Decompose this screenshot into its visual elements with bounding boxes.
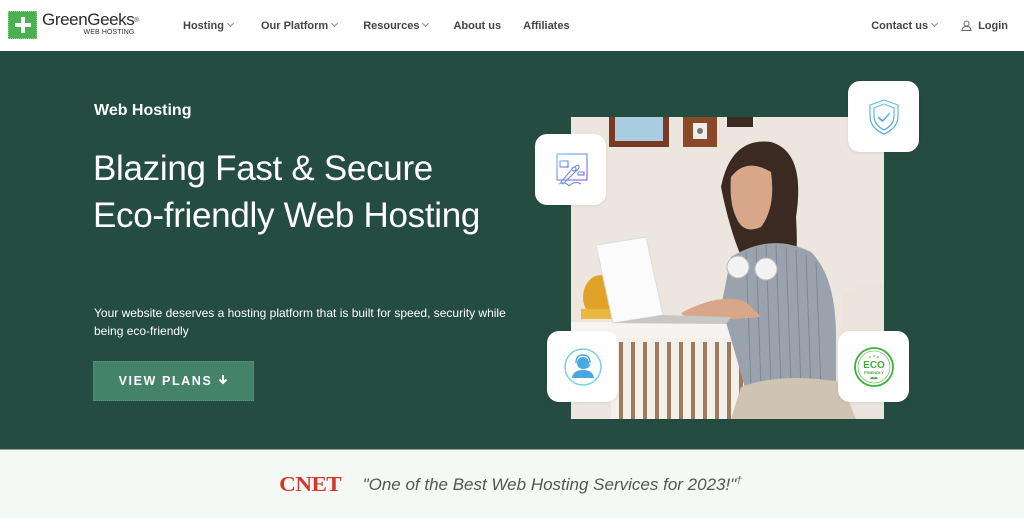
eco-badge-subtext: FRIENDLY xyxy=(864,370,884,375)
nav-label: About us xyxy=(453,19,502,32)
hero-subtitle: Your website deserves a hosting platform… xyxy=(94,306,506,338)
cnet-logo: CNET xyxy=(279,472,342,496)
main-nav: Hosting Our Platform Resources About us … xyxy=(183,0,570,51)
arrow-down-icon xyxy=(218,374,228,388)
nav-label: Our Platform xyxy=(260,19,329,32)
nav-label: Resources xyxy=(363,19,420,32)
eco-friendly-badge-icon: ECO FRIENDLY xyxy=(853,346,894,387)
feature-card-support xyxy=(547,331,618,402)
hero-section: Web Hosting Blazing Fast & Secure Eco-fr… xyxy=(0,51,1024,449)
view-plans-label: VIEW PLANS xyxy=(118,374,213,388)
nav-item-hosting[interactable]: Hosting xyxy=(183,19,234,32)
nav-item-about-us[interactable]: About us xyxy=(453,20,501,32)
chevron-down-icon xyxy=(931,19,939,28)
nav-item-affiliates[interactable]: Affiliates xyxy=(523,20,569,32)
logo-plus-icon xyxy=(8,11,37,39)
user-icon xyxy=(961,20,972,31)
hero-eyebrow: Web Hosting xyxy=(94,102,192,119)
nav-label: Hosting xyxy=(183,19,224,32)
chevron-down-icon xyxy=(422,19,430,28)
press-band: CNET "One of the Best Web Hosting Servic… xyxy=(0,449,1024,518)
nav-label: Contact us xyxy=(871,19,929,32)
view-plans-button[interactable]: VIEW PLANS xyxy=(93,361,254,401)
nav-item-contact-us[interactable]: Contact us xyxy=(871,19,939,32)
login-label: Login xyxy=(978,19,1008,32)
feature-card-speed xyxy=(535,134,606,205)
login-link[interactable]: Login xyxy=(961,20,1008,32)
nav-item-our-platform[interactable]: Our Platform xyxy=(260,19,339,32)
footnote-mark: † xyxy=(736,474,742,486)
chevron-down-icon xyxy=(226,19,234,28)
rocket-website-icon xyxy=(555,152,588,186)
hero-headline: Blazing Fast & Secure Eco-friendly Web H… xyxy=(93,149,481,235)
chevron-down-icon xyxy=(331,19,339,28)
logo-tagline: WEB HOSTING xyxy=(83,29,135,36)
logo-registered-mark: ® xyxy=(134,18,139,24)
shield-check-icon xyxy=(868,98,899,135)
header-actions: Contact us Login xyxy=(871,0,1008,51)
nav-label: Affiliates xyxy=(523,19,570,32)
press-quote-text: "One of the Best Web Hosting Services fo… xyxy=(362,474,737,494)
press-quote: "One of the Best Web Hosting Services fo… xyxy=(363,475,742,495)
support-agent-icon xyxy=(563,347,602,386)
logo-wordmark: GreenGeeks xyxy=(42,10,135,29)
feature-card-security xyxy=(848,81,919,152)
greengeeks-logo[interactable]: GreenGeeks® WEB HOSTING xyxy=(8,10,139,39)
feature-card-eco: ECO FRIENDLY xyxy=(838,331,909,402)
nav-item-resources[interactable]: Resources xyxy=(363,19,430,32)
site-header: GreenGeeks® WEB HOSTING Hosting Our Plat… xyxy=(0,0,1024,51)
